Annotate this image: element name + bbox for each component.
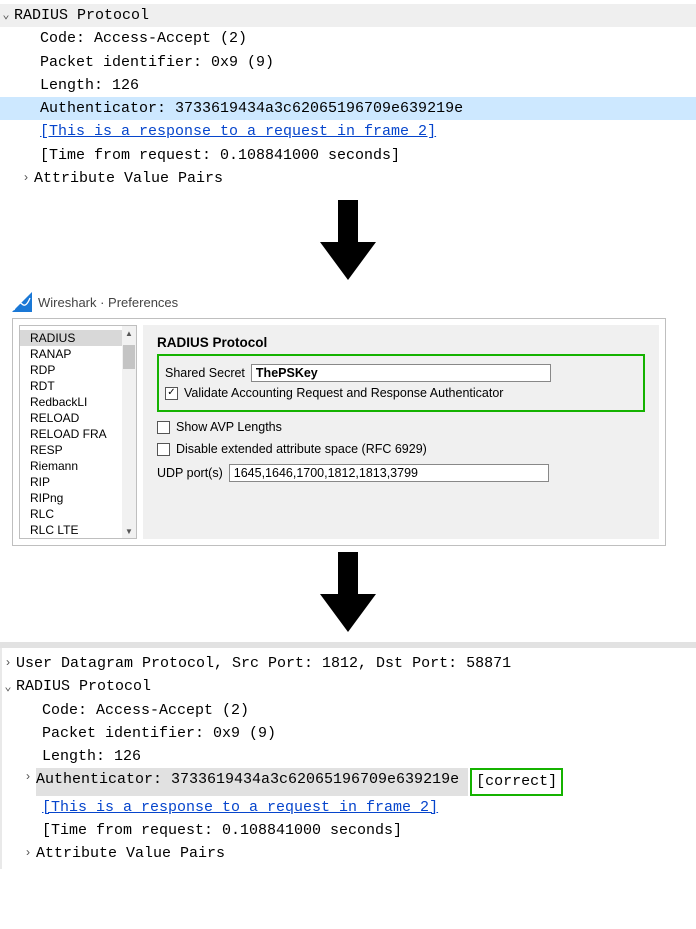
preferences-dialog: Wireshark · Preferences RADIUS RANAP RDP… (0, 290, 696, 546)
udp-header[interactable]: › User Datagram Protocol, Src Port: 1812… (2, 652, 696, 675)
sidebar-scrollbar[interactable]: ▲ ▼ (122, 326, 136, 538)
sidebar-item-reload[interactable]: RELOAD (30, 410, 136, 426)
disable-ext-row[interactable]: Disable extended attribute space (RFC 69… (157, 442, 645, 456)
arrow-down-icon (320, 200, 376, 280)
scroll-down-icon[interactable]: ▼ (122, 524, 136, 538)
shared-secret-input[interactable] (251, 364, 551, 382)
field-packet-identifier[interactable]: Packet identifier: 0x9 (9) (2, 722, 696, 745)
udp-ports-row: UDP port(s) (157, 464, 645, 482)
disable-ext-label: Disable extended attribute space (RFC 69… (176, 442, 427, 456)
protocol-name: RADIUS Protocol (16, 675, 151, 698)
protocol-header[interactable]: ⌄ RADIUS Protocol (0, 4, 696, 27)
field-code[interactable]: Code: Access-Accept (2) (2, 699, 696, 722)
field-length[interactable]: Length: 126 (2, 745, 696, 768)
field-time-from-request[interactable]: [Time from request: 0.108841000 seconds] (2, 819, 696, 842)
authenticator-correct-badge: [correct] (470, 768, 563, 795)
show-avp-row[interactable]: Show AVP Lengths (157, 420, 645, 434)
field-packet-identifier[interactable]: Packet identifier: 0x9 (9) (0, 51, 696, 74)
field-time-from-request[interactable]: [Time from request: 0.108841000 seconds] (0, 144, 696, 167)
udp-ports-input[interactable] (229, 464, 549, 482)
caret-right-icon[interactable]: › (22, 844, 36, 863)
wireshark-logo-icon (12, 292, 32, 312)
scroll-up-icon[interactable]: ▲ (122, 326, 136, 340)
arrow-down-1 (0, 194, 696, 290)
caret-right-icon[interactable]: › (20, 169, 34, 188)
sidebar-item-rdt[interactable]: RDT (30, 378, 136, 394)
sidebar-item-ripng[interactable]: RIPng (30, 490, 136, 506)
window-title: Wireshark · Preferences (38, 295, 178, 310)
field-avp[interactable]: › Attribute Value Pairs (0, 167, 696, 190)
udp-line: User Datagram Protocol, Src Port: 1812, … (16, 652, 511, 675)
prefs-heading: RADIUS Protocol (157, 335, 645, 350)
packet-detail-panel-top: ⌄ RADIUS Protocol Code: Access-Accept (2… (0, 0, 696, 194)
sidebar-item-resp[interactable]: RESP (30, 442, 136, 458)
sidebar-item-riemann[interactable]: Riemann (30, 458, 136, 474)
scroll-thumb[interactable] (123, 345, 135, 369)
field-avp[interactable]: › Attribute Value Pairs (2, 842, 696, 865)
caret-down-icon[interactable]: ⌄ (2, 678, 16, 697)
protocol-name: RADIUS Protocol (14, 4, 149, 27)
sidebar-item-rlc[interactable]: RLC (30, 506, 136, 522)
caret-right-icon[interactable]: › (22, 768, 36, 795)
validate-row[interactable]: Validate Accounting Request and Response… (165, 386, 637, 400)
sidebar-item-ranap[interactable]: RANAP (30, 346, 136, 362)
validate-checkbox[interactable] (165, 387, 178, 400)
field-response-link[interactable]: [This is a response to a request in fram… (2, 796, 696, 819)
show-avp-checkbox[interactable] (157, 421, 170, 434)
protocol-sidebar[interactable]: RADIUS RANAP RDP RDT RedbackLI RELOAD RE… (19, 325, 137, 539)
field-code[interactable]: Code: Access-Accept (2) (0, 27, 696, 50)
sidebar-item-rdp[interactable]: RDP (30, 362, 136, 378)
preferences-main: RADIUS Protocol Shared Secret Validate A… (143, 325, 659, 539)
sidebar-item-rlc-lte[interactable]: RLC LTE (30, 522, 136, 538)
field-length[interactable]: Length: 126 (0, 74, 696, 97)
caret-right-icon[interactable]: › (2, 654, 16, 673)
sidebar-item-radius[interactable]: RADIUS (20, 330, 136, 346)
field-authenticator-correct[interactable]: › Authenticator: 3733619434a3c6206519670… (2, 768, 696, 795)
highlighted-settings: Shared Secret Validate Accounting Reques… (157, 354, 645, 412)
shared-secret-label: Shared Secret (165, 366, 245, 380)
arrow-down-icon (320, 552, 376, 632)
caret-down-icon[interactable]: ⌄ (0, 6, 14, 25)
sidebar-item-rip[interactable]: RIP (30, 474, 136, 490)
udp-ports-label: UDP port(s) (157, 466, 223, 480)
packet-detail-panel-bottom: › User Datagram Protocol, Src Port: 1812… (0, 648, 696, 869)
arrow-down-2 (0, 546, 696, 642)
validate-label: Validate Accounting Request and Response… (184, 386, 503, 400)
sidebar-item-redbackli[interactable]: RedbackLI (30, 394, 136, 410)
protocol-header[interactable]: ⌄ RADIUS Protocol (2, 675, 696, 698)
show-avp-label: Show AVP Lengths (176, 420, 282, 434)
field-authenticator-selected[interactable]: Authenticator: 3733619434a3c62065196709e… (0, 97, 696, 120)
preferences-body: RADIUS RANAP RDP RDT RedbackLI RELOAD RE… (12, 318, 666, 546)
sidebar-item-reload-fra[interactable]: RELOAD FRA (30, 426, 136, 442)
disable-ext-checkbox[interactable] (157, 443, 170, 456)
shared-secret-row: Shared Secret (165, 364, 637, 382)
field-response-link[interactable]: [This is a response to a request in fram… (0, 120, 696, 143)
window-titlebar: Wireshark · Preferences (6, 290, 672, 318)
